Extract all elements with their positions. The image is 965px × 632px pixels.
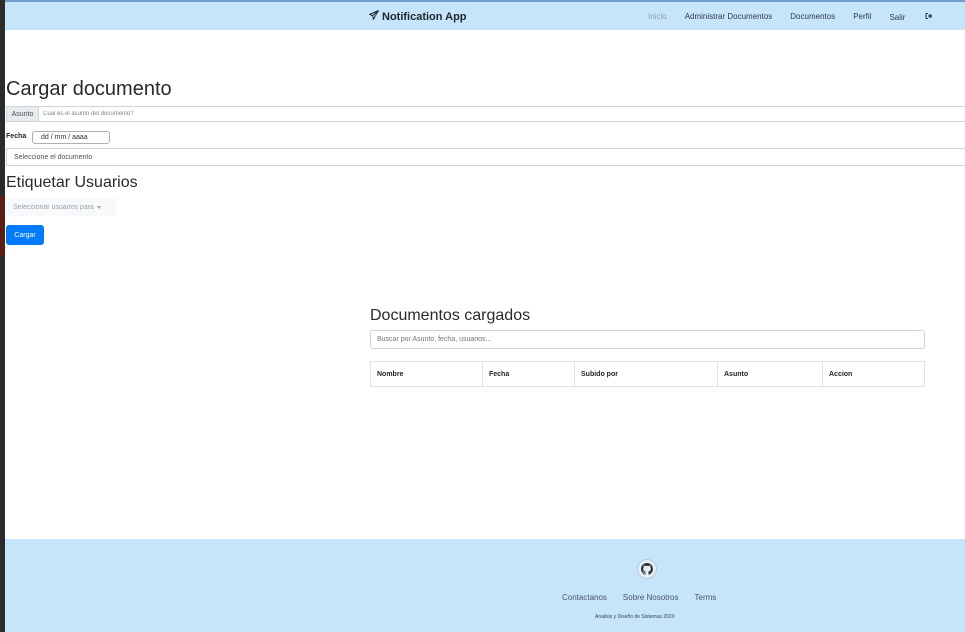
- caret-down-icon: [96, 205, 101, 209]
- nav-link-salir-label: Salir: [889, 12, 906, 22]
- user-select-dropdown[interactable]: Seleccionar usuarios para: [6, 198, 116, 216]
- brand-label: Notification App: [382, 10, 467, 23]
- documents-table-header: Nombre Fecha Subido por Asunto Accion: [370, 361, 925, 387]
- footer-link-contactanos[interactable]: Contactanos: [562, 593, 607, 602]
- column-header-asunto: Asunto: [718, 362, 823, 386]
- column-header-fecha: Fecha: [483, 362, 575, 386]
- documents-title: Documentos cargados: [370, 307, 531, 324]
- footer-link-terms[interactable]: Terms: [695, 593, 717, 602]
- nav-link-perfil[interactable]: Perfil: [853, 12, 871, 22]
- tag-users-title: Etiquetar Usuarios: [6, 174, 138, 191]
- nav-links: Inicio Administrar Documentos Documentos…: [648, 12, 965, 22]
- column-header-subido-por: Subido por: [575, 362, 718, 386]
- nav-link-inicio[interactable]: Inicio: [648, 12, 667, 22]
- footer-links: Contactanos Sobre Nosotros Terms: [562, 593, 732, 602]
- fecha-date-input[interactable]: dd / mm / aaaa: [32, 131, 110, 144]
- window-edge: [0, 0, 5, 632]
- nav-link-salir[interactable]: Salir: [889, 12, 951, 22]
- column-header-nombre: Nombre: [371, 362, 483, 386]
- asunto-input-group: Asunto: [6, 106, 965, 122]
- column-header-accion: Accion: [829, 370, 853, 378]
- nav-link-documentos[interactable]: Documentos: [790, 12, 835, 22]
- documents-search-input[interactable]: Buscar por Asunto, fecha, usuarios...: [370, 330, 925, 349]
- user-select-label: Seleccionar usuarios para: [13, 203, 94, 211]
- upload-title: Cargar documento: [6, 78, 172, 100]
- footer-link-sobre-nosotros[interactable]: Sobre Nosotros: [623, 593, 679, 602]
- footer: Contactanos Sobre Nosotros Terms Analisi…: [5, 539, 965, 632]
- asunto-input[interactable]: [39, 107, 965, 121]
- asunto-label: Asunto: [7, 107, 39, 121]
- nav-link-administrar-documentos[interactable]: Administrar Documentos: [685, 12, 773, 22]
- navbar: Notification App Inicio Administrar Docu…: [5, 0, 965, 30]
- sign-out-icon: [925, 12, 933, 22]
- paper-plane-icon: [369, 10, 379, 23]
- brand[interactable]: Notification App: [369, 10, 467, 23]
- document-file-input[interactable]: Seleccione el documento: [6, 148, 965, 166]
- copyright-text: Analisis y Diseño de Sistemas 2020: [595, 614, 675, 620]
- fecha-label: Fecha: [6, 133, 27, 140]
- window-edge-accent: [0, 196, 5, 256]
- github-icon[interactable]: [637, 559, 657, 579]
- cargar-button[interactable]: Cargar: [6, 225, 44, 245]
